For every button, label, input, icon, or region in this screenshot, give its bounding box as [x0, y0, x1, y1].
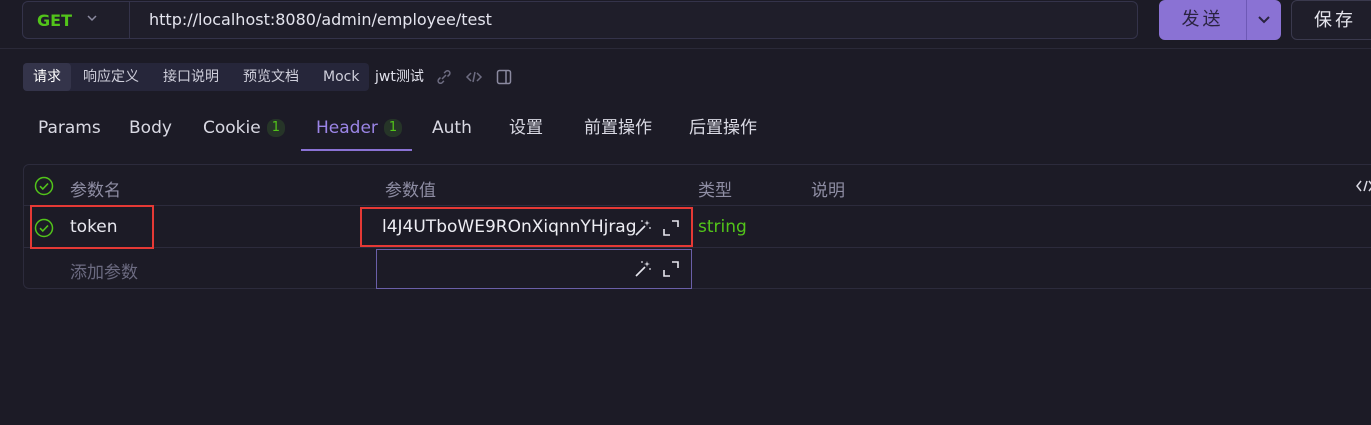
- send-options-chevron-icon[interactable]: [1247, 0, 1281, 40]
- count-badge: 1: [383, 119, 403, 137]
- add-param-placeholder[interactable]: 添加参数: [70, 258, 138, 283]
- highlight-box: [360, 207, 693, 247]
- divider: [24, 247, 1371, 248]
- tab-header-label: Header: [316, 118, 378, 138]
- link-icon[interactable]: [434, 67, 454, 87]
- expand-icon[interactable]: [661, 259, 681, 279]
- count-badge: 1: [266, 119, 285, 137]
- tab-settings[interactable]: 设置: [509, 116, 543, 140]
- header-param-value: 参数值: [385, 181, 436, 201]
- params-table: [23, 164, 1371, 289]
- code-view-icon[interactable]: [1355, 178, 1371, 194]
- tab-pre-operations[interactable]: 前置操作: [584, 116, 652, 140]
- tab-body[interactable]: Body: [129, 116, 172, 140]
- request-name[interactable]: jwt测试: [369, 63, 430, 91]
- tab-header[interactable]: Header 1: [316, 116, 403, 140]
- divider: [24, 205, 1371, 206]
- magic-wand-icon[interactable]: [633, 259, 653, 279]
- select-all-checkbox[interactable]: [34, 176, 54, 196]
- tab-params[interactable]: Params: [38, 116, 101, 140]
- send-button[interactable]: 发送: [1159, 0, 1246, 40]
- header-type: 类型: [698, 181, 732, 201]
- subtab-request[interactable]: 请求: [23, 63, 71, 91]
- url-input[interactable]: http://localhost:8080/admin/employee/tes…: [149, 1, 492, 39]
- method-select[interactable]: GET: [37, 11, 72, 30]
- save-button[interactable]: 保存: [1291, 0, 1371, 40]
- active-tab-indicator: [301, 149, 412, 151]
- param-type-cell[interactable]: string: [698, 217, 747, 237]
- code-icon[interactable]: [464, 67, 484, 87]
- highlight-box: [30, 205, 154, 249]
- subtab-response-definition[interactable]: 响应定义: [73, 63, 149, 91]
- panel-icon[interactable]: [494, 67, 514, 87]
- chevron-down-icon[interactable]: [85, 11, 99, 29]
- tab-cookie-label: Cookie: [203, 118, 261, 138]
- subtab-preview-doc[interactable]: 预览文档: [233, 63, 309, 91]
- send-button-group: 发送: [1159, 0, 1281, 40]
- save-button-label: 保存: [1314, 10, 1356, 31]
- divider: [129, 2, 130, 38]
- divider: [0, 48, 1371, 49]
- subtab-api-description[interactable]: 接口说明: [153, 63, 229, 91]
- tab-auth[interactable]: Auth: [432, 116, 472, 140]
- header-description: 说明: [811, 181, 845, 201]
- header-param-name: 参数名: [70, 181, 121, 201]
- url-bar: GET http://localhost:8080/admin/employee…: [22, 1, 1138, 39]
- subtab-mock[interactable]: Mock: [313, 63, 369, 91]
- tab-cookie[interactable]: Cookie 1: [203, 116, 285, 140]
- tab-post-operations[interactable]: 后置操作: [689, 116, 757, 140]
